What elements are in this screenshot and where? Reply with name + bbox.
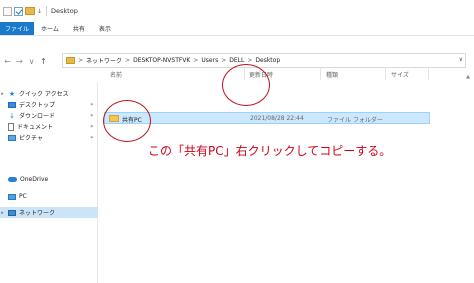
sidebar-item-downloads[interactable]: ↓ ダウンロード ✶ [0, 110, 98, 121]
document-icon [8, 122, 14, 131]
file-type: ファイル フォルダー [327, 117, 383, 124]
breadcrumb-separator[interactable]: > [78, 57, 83, 64]
column-name[interactable]: 名前 [110, 70, 122, 79]
sidebar-item-label: ダウンロード [19, 113, 56, 120]
file-date: 2021/08/28 22:44 [250, 115, 304, 122]
tab-view[interactable]: 表示 [92, 22, 118, 35]
breadcrumb-separator[interactable]: > [125, 57, 130, 64]
tab-file[interactable]: ファイル [0, 22, 35, 35]
sidebar-item-label: デスクトップ [19, 102, 56, 109]
column-size[interactable]: サイズ [391, 70, 409, 79]
highlight-circle-breadcrumb [222, 64, 270, 106]
column-type[interactable]: 種類 [326, 70, 338, 79]
sidebar-item-label: ネットワーク [19, 210, 56, 217]
download-icon: ↓ [9, 111, 15, 120]
pin-icon: ✶ [89, 134, 94, 141]
pc-icon [8, 193, 16, 200]
highlight-circle-folder [103, 100, 151, 142]
ribbon-tabs: ファイル ホーム 共有 表示 [0, 22, 474, 36]
pin-icon: ✶ [89, 101, 94, 108]
sidebar-item-onedrive[interactable]: OneDrive [0, 174, 98, 185]
pin-icon: ✶ [89, 112, 94, 119]
sidebar-item-network[interactable]: ▸ ネットワーク [0, 207, 98, 218]
address-dropdown-icon[interactable]: ∨ [459, 56, 463, 63]
sidebar-item-label: ドキュメント [17, 124, 54, 131]
navigation-pane: ▸ ★ クイック アクセス デスクトップ ✶ ↓ ダウンロード ✶ ドキュメント… [0, 83, 98, 283]
breadcrumb-computer[interactable]: DESKTOP-NVSTFVK [133, 57, 190, 64]
window-icon [3, 6, 12, 16]
title-separator [46, 6, 48, 16]
pin-icon: ✶ [89, 123, 94, 130]
up-button[interactable]: ↑ [39, 57, 48, 66]
cloud-icon [8, 177, 17, 182]
tab-share[interactable]: 共有 [66, 22, 92, 35]
column-divider[interactable] [385, 68, 386, 80]
instruction-annotation: この「共有PC」右クリックしてコピーする。 [148, 144, 392, 158]
forward-button[interactable]: → [15, 57, 24, 66]
breadcrumb-separator[interactable]: > [247, 57, 252, 64]
sidebar-item-label: クイック アクセス [19, 91, 69, 98]
column-divider[interactable] [428, 68, 429, 80]
address-folder-icon [66, 57, 75, 64]
sidebar-item-pictures[interactable]: ピクチャ ✶ [0, 132, 98, 143]
explorer-window: ↓ Desktop ファイル ホーム 共有 表示 ← → ∨ ↑ > ネットワー… [0, 0, 474, 283]
quick-access-toolbar-dropdown[interactable]: ↓ [37, 8, 42, 15]
recent-locations-button[interactable]: ∨ [27, 57, 36, 66]
breadcrumb-users[interactable]: Users [201, 57, 218, 64]
new-folder-icon[interactable] [25, 7, 35, 15]
chevron-right-icon[interactable]: ▸ [0, 91, 5, 97]
properties-icon[interactable] [14, 6, 23, 16]
column-header: 名前 更新日時 種類 サイズ [104, 68, 464, 80]
tab-home[interactable]: ホーム [34, 22, 66, 35]
picture-icon [8, 134, 16, 141]
sidebar-item-pc[interactable]: PC [0, 191, 98, 202]
chevron-right-icon[interactable]: ▸ [0, 210, 5, 216]
scroll-up-button[interactable]: ▲ [466, 74, 470, 80]
star-icon: ★ [8, 89, 16, 98]
sidebar-item-quick-access[interactable]: ▸ ★ クイック アクセス [0, 88, 98, 99]
file-row[interactable]: 共有PC 2021/08/28 22:44 ファイル フォルダー [104, 112, 430, 124]
sidebar-item-label: OneDrive [20, 176, 49, 183]
breadcrumb-network[interactable]: ネットワーク [86, 56, 122, 65]
address-bar[interactable]: > ネットワーク > DESKTOP-NVSTFVK > Users > DEL… [62, 53, 466, 68]
sidebar-item-label: ピクチャ [19, 135, 43, 142]
desktop-icon [8, 101, 16, 108]
breadcrumb-separator[interactable]: > [193, 57, 198, 64]
title-bar: ↓ Desktop [0, 0, 474, 22]
window-title: Desktop [51, 7, 78, 15]
network-icon [8, 209, 16, 216]
back-button[interactable]: ← [3, 57, 12, 66]
breadcrumb-dell[interactable]: DELL [229, 57, 244, 64]
column-divider[interactable] [320, 68, 321, 80]
sidebar-item-desktop[interactable]: デスクトップ ✶ [0, 99, 98, 110]
breadcrumb-desktop[interactable]: Desktop [255, 57, 280, 64]
sidebar-item-label: PC [19, 193, 27, 200]
breadcrumb-separator[interactable]: > [221, 57, 226, 64]
sidebar-item-documents[interactable]: ドキュメント ✶ [0, 121, 98, 132]
